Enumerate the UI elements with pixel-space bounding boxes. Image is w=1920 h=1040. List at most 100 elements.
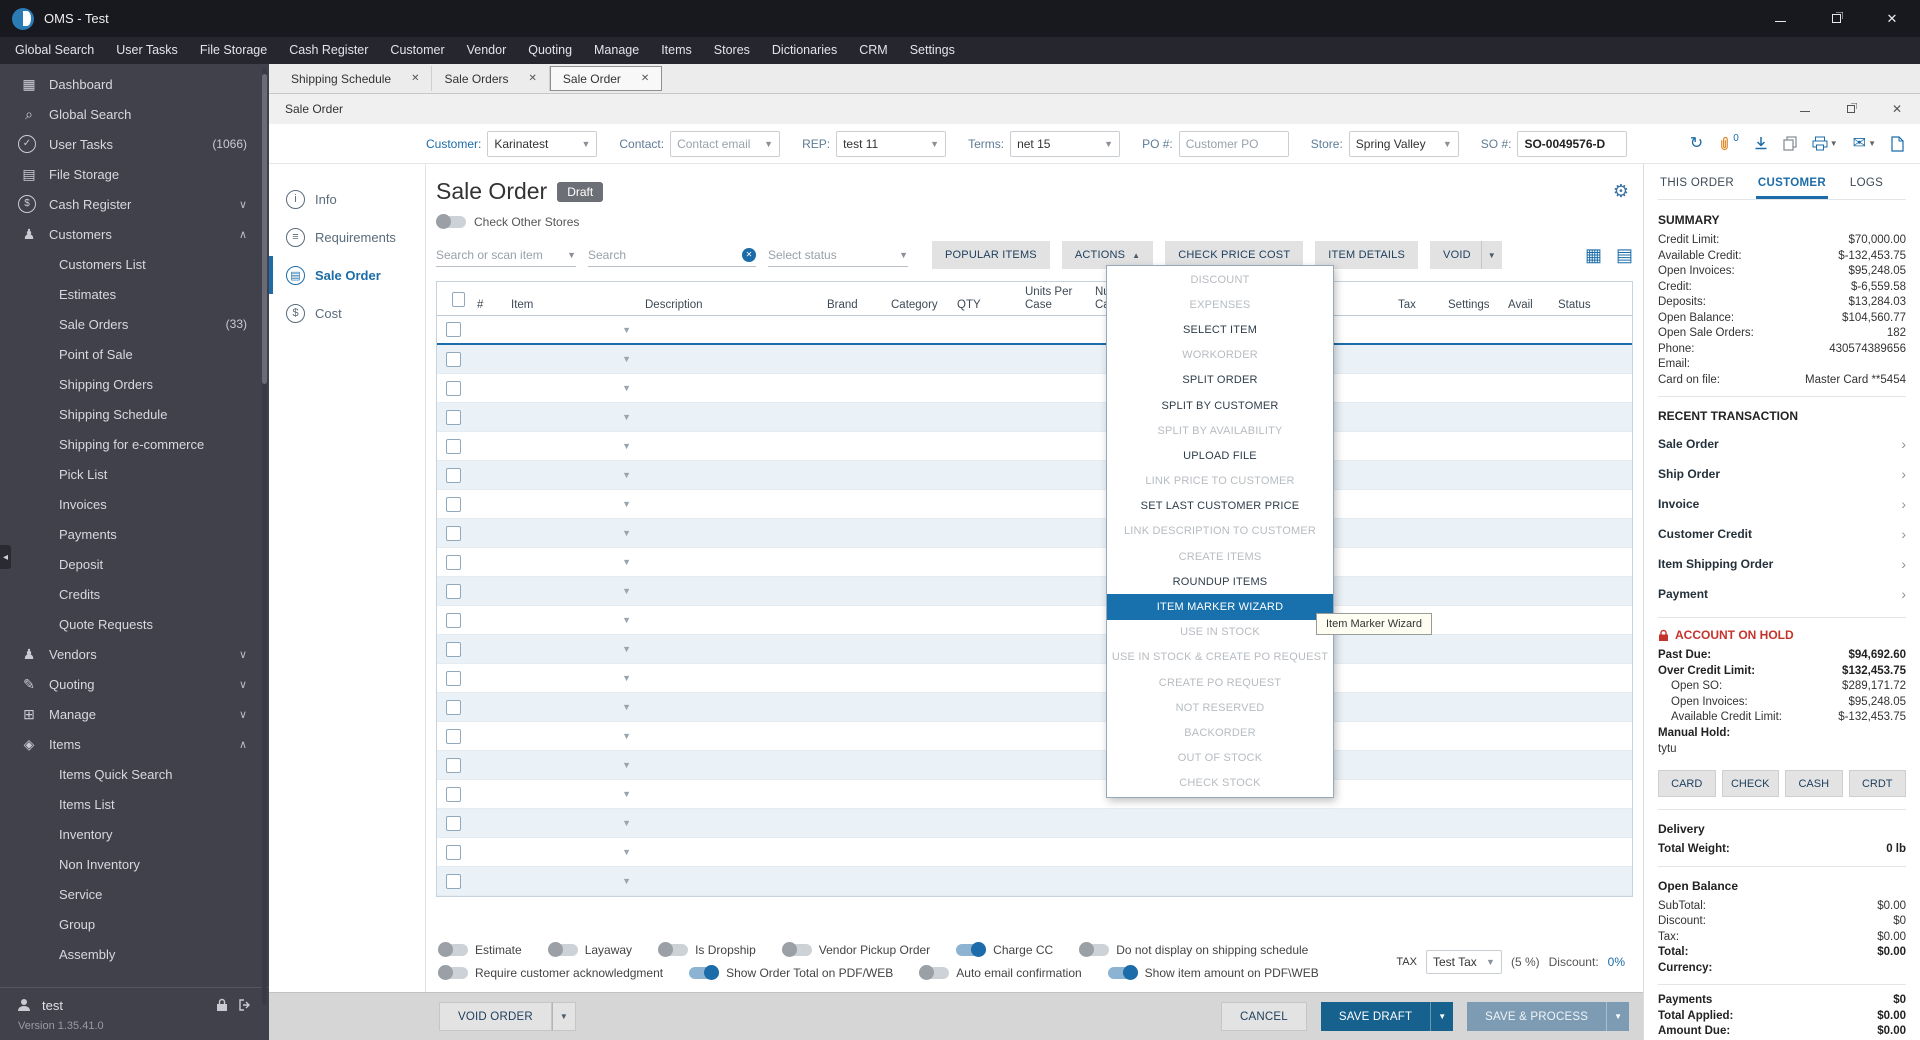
table-row[interactable]: ▼: [437, 867, 1632, 896]
row-checkbox[interactable]: [446, 322, 461, 337]
void-order-button[interactable]: VOID ORDER: [439, 1002, 552, 1031]
toggle-switch[interactable]: [956, 942, 987, 957]
row-checkbox[interactable]: [446, 612, 461, 628]
row-checkbox[interactable]: [446, 815, 461, 831]
order-option-toggle[interactable]: Is Dropship: [658, 942, 756, 957]
order-option-toggle[interactable]: Require customer acknowledgment: [438, 965, 663, 980]
sidebar-item[interactable]: Items Quick Search: [0, 759, 269, 789]
item-select-caret-icon[interactable]: ▼: [622, 847, 639, 857]
status-filter-select[interactable]: Select status ▼: [768, 243, 908, 267]
item-select-caret-icon[interactable]: ▼: [622, 586, 639, 596]
table-row[interactable]: ▼: [437, 548, 1632, 577]
item-select-caret-icon[interactable]: ▼: [622, 644, 639, 654]
recent-transaction-item[interactable]: Item Shipping Order ›: [1658, 549, 1906, 579]
item-select-caret-icon[interactable]: ▼: [622, 557, 639, 567]
void-order-caret-button[interactable]: ▼: [551, 1002, 576, 1031]
toggle-switch[interactable]: [547, 942, 578, 957]
row-checkbox[interactable]: [446, 496, 461, 512]
column-chooser-button[interactable]: ▤: [1616, 246, 1633, 264]
actions-menu-item[interactable]: UPLOAD FILE: [1107, 443, 1333, 468]
recent-transaction-item[interactable]: Customer Credit ›: [1658, 519, 1906, 549]
toggle-switch[interactable]: [438, 965, 468, 980]
grid-layout-button[interactable]: ▦: [1585, 246, 1602, 264]
sidebar-item[interactable]: Assembly: [0, 939, 269, 969]
void-button[interactable]: VOID: [1430, 241, 1481, 269]
toggle-switch[interactable]: [1079, 942, 1110, 957]
copy-icon[interactable]: [1783, 136, 1797, 151]
item-select-caret-icon[interactable]: ▼: [622, 412, 639, 422]
menubar-item[interactable]: Vendor: [456, 37, 518, 64]
toggle-switch[interactable]: [781, 942, 812, 957]
item-select-caret-icon[interactable]: ▼: [622, 528, 639, 538]
recent-transaction-item[interactable]: Sale Order ›: [1658, 429, 1906, 459]
payment-method-button[interactable]: CRDT: [1848, 770, 1906, 797]
row-checkbox[interactable]: [446, 670, 461, 686]
item-select-caret-icon[interactable]: ▼: [622, 441, 639, 451]
inner-minimize-button[interactable]: [1782, 94, 1828, 124]
document-tab[interactable]: Shipping Schedule ✕: [279, 66, 433, 91]
table-row[interactable]: ▼: [437, 606, 1632, 635]
table-row[interactable]: ▼: [437, 519, 1632, 548]
table-row[interactable]: ▼: [437, 490, 1632, 519]
order-option-toggle[interactable]: Estimate: [438, 942, 522, 957]
void-caret-button[interactable]: ▼: [1480, 241, 1502, 269]
search-input[interactable]: Search ✕: [588, 243, 756, 267]
recent-transaction-item[interactable]: Ship Order ›: [1658, 459, 1906, 489]
table-row[interactable]: ▼: [437, 577, 1632, 606]
actions-menu-item[interactable]: SPLIT ORDER: [1107, 368, 1333, 393]
gear-icon[interactable]: ⚙: [1613, 181, 1633, 202]
save-process-button[interactable]: SAVE & PROCESS: [1467, 1002, 1607, 1031]
item-search-mode-select[interactable]: Search or scan item ▼: [436, 243, 576, 267]
item-select-caret-icon[interactable]: ▼: [622, 615, 639, 625]
sidebar-item[interactable]: Payments: [0, 519, 269, 549]
row-checkbox[interactable]: [446, 873, 461, 889]
sidebar-item[interactable]: Shipping Orders: [0, 369, 269, 399]
sidebar-item[interactable]: Items List: [0, 789, 269, 819]
tab-close-icon[interactable]: ✕: [641, 73, 649, 84]
inner-restore-button[interactable]: [1828, 94, 1874, 124]
discount-value[interactable]: 0%: [1608, 955, 1625, 969]
menubar-item[interactable]: File Storage: [189, 37, 278, 64]
attachment-icon[interactable]: 0: [1718, 133, 1739, 152]
menubar-item[interactable]: Manage: [583, 37, 650, 64]
tab-close-icon[interactable]: ✕: [529, 73, 537, 84]
sidebar-item[interactable]: ✎ Quoting ∨: [0, 669, 269, 699]
cancel-button[interactable]: CANCEL: [1221, 1002, 1307, 1031]
sidebar-item[interactable]: Inventory: [0, 819, 269, 849]
menubar-item[interactable]: Stores: [703, 37, 761, 64]
section-nav-item[interactable]: ▤ Sale Order: [269, 256, 425, 294]
row-checkbox[interactable]: [446, 438, 461, 454]
sidebar-item[interactable]: Non Inventory: [0, 849, 269, 879]
menubar-item[interactable]: Quoting: [517, 37, 583, 64]
field-input[interactable]: Customer PO ▼: [1178, 130, 1289, 157]
table-row[interactable]: ▼: [437, 432, 1632, 461]
section-nav-item[interactable]: $ Cost: [269, 294, 425, 332]
table-row[interactable]: ▼: [437, 403, 1632, 432]
section-nav-item[interactable]: i Info: [269, 180, 425, 218]
lock-session-icon[interactable]: [216, 998, 228, 1012]
save-draft-caret-button[interactable]: ▼: [1430, 1002, 1454, 1031]
tab-close-icon[interactable]: ✕: [411, 73, 419, 84]
select-all-checkbox[interactable]: [452, 292, 465, 307]
actions-menu-item[interactable]: SELECT ITEM: [1107, 317, 1333, 342]
clear-search-icon[interactable]: ✕: [742, 247, 756, 262]
recent-transaction-item[interactable]: Payment ›: [1658, 579, 1906, 609]
item-select-caret-icon[interactable]: ▼: [622, 383, 639, 393]
sidebar-item[interactable]: ♟ Vendors ∨: [0, 639, 269, 669]
order-option-toggle[interactable]: Do not display on shipping schedule: [1079, 942, 1308, 957]
row-checkbox[interactable]: [446, 757, 461, 773]
table-row[interactable]: ▼: [437, 635, 1632, 664]
item-select-caret-icon[interactable]: ▼: [622, 470, 639, 480]
recent-transaction-item[interactable]: Invoice ›: [1658, 489, 1906, 519]
actions-menu-item[interactable]: ROUNDUP ITEMS: [1107, 569, 1333, 594]
sidebar-item[interactable]: Invoices: [0, 489, 269, 519]
payment-method-button[interactable]: CHECK: [1721, 770, 1779, 797]
row-checkbox[interactable]: [446, 380, 461, 396]
sidebar-collapse-handle[interactable]: ◂: [0, 545, 11, 569]
row-checkbox[interactable]: [446, 409, 461, 425]
menubar-item[interactable]: Cash Register: [278, 37, 379, 64]
actions-menu-item[interactable]: SET LAST CUSTOMER PRICE: [1107, 494, 1333, 519]
field-input[interactable]: test 11 ▼: [836, 130, 947, 157]
field-input[interactable]: Contact email ▼: [670, 130, 781, 157]
sidebar-item[interactable]: Group: [0, 909, 269, 939]
